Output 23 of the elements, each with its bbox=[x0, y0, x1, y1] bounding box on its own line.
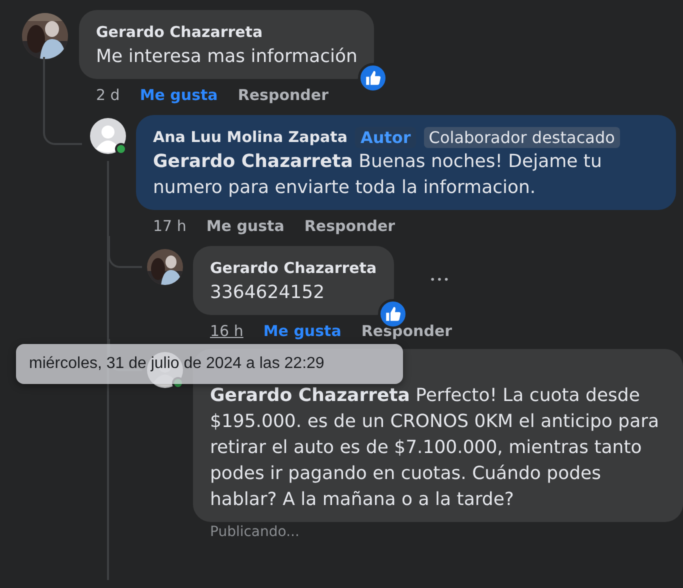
author-badge: Autor bbox=[355, 126, 416, 148]
like-link[interactable]: Me gusta bbox=[206, 215, 284, 237]
posting-status: Publicando... bbox=[209, 523, 300, 540]
author-name[interactable]: Gerardo Chazarreta bbox=[96, 23, 263, 41]
avatar-icon[interactable] bbox=[90, 118, 126, 154]
comment-text: Gerardo Chazarreta Perfecto! La cuota desde $195.000. es de un CRONOS 0KM el anticipo para retirar el auto es de $7.100.000, mientras tanto podes ir pagando en cuotas. Cuándo podes hablar? A la mañana o a la tarde? bbox=[210, 384, 660, 512]
comment-text: Gerardo Chazarreta Buenas noches! Dejame tu numero para enviarte toda la informacion. bbox=[153, 150, 603, 200]
author-name[interactable]: Ana Luu Molina Zapata bbox=[153, 128, 348, 146]
date-tooltip: miércoles, 31 de julio de 2024 a las 22:29 bbox=[16, 344, 403, 384]
comment-time[interactable]: 17 h bbox=[153, 215, 186, 237]
comment-time[interactable]: 2 d bbox=[96, 84, 120, 106]
more-options-icon[interactable]: ••• bbox=[430, 275, 450, 286]
reply-link[interactable]: Responder bbox=[238, 84, 328, 106]
thumbs-up-icon[interactable] bbox=[358, 63, 388, 93]
comment-text: 3364624152 bbox=[210, 281, 326, 305]
like-link[interactable]: Me gusta bbox=[263, 320, 342, 342]
author-name[interactable]: Gerardo Chazarreta bbox=[210, 259, 377, 277]
contributor-badge: Colaborador destacado bbox=[424, 126, 620, 148]
like-link[interactable]: Me gusta bbox=[140, 84, 218, 106]
reply-link[interactable]: Responder bbox=[361, 320, 452, 342]
comment-time[interactable]: 16 h bbox=[210, 320, 244, 342]
reply-link[interactable]: Responder bbox=[304, 215, 396, 237]
comment-text: Me interesa mas información bbox=[96, 45, 358, 69]
